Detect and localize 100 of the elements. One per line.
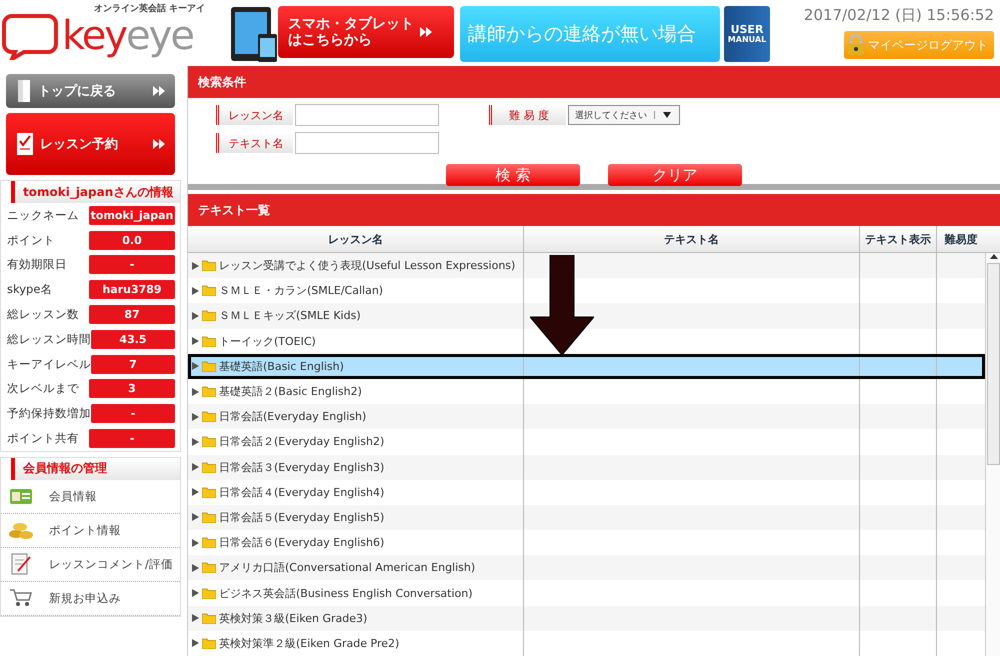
expand-triangle-icon: [192, 614, 199, 622]
logo-tagline: オンライン英会話 キーアイ: [94, 2, 206, 15]
clipboard-pen-icon: [10, 552, 32, 576]
lesson-name: 日常会話３(Everyday English3): [219, 460, 384, 475]
info-value: 0.0: [89, 230, 175, 250]
info-label: 次レベルまで: [7, 381, 80, 396]
menu-item[interactable]: 会員情報: [49, 488, 97, 504]
lesson-reservation-button[interactable]: レッスン予約: [6, 113, 175, 175]
lesson-name: ＳＭＬＥキッズ(SMLE Kids): [219, 308, 361, 324]
folder-icon: [202, 336, 216, 347]
column-header[interactable]: テキスト名: [524, 226, 860, 252]
info-label: 総レッスン数: [7, 307, 80, 322]
tablet-phone-icon: [230, 6, 278, 62]
member-card-icon: [9, 487, 33, 506]
folder-icon: [202, 537, 216, 548]
column-header[interactable]: テキスト表示: [860, 226, 937, 252]
tree-row[interactable]: 基礎英語(Basic English): [188, 354, 985, 379]
expand-triangle-icon: [192, 589, 199, 598]
column-header[interactable]: 難易度: [937, 226, 985, 252]
info-value: -: [89, 429, 175, 448]
lesson-name: 日常会話２(Everyday English2): [219, 434, 384, 450]
coins-icon: [8, 520, 34, 540]
info-value: 3: [89, 379, 175, 398]
folder-icon: [202, 486, 216, 498]
search-section-header: 検索条件: [188, 66, 1000, 98]
speech-bubble-icon: [2, 12, 58, 60]
back-to-top-button[interactable]: トップに戻る: [6, 74, 175, 108]
lesson-name: 日常会話４(Everyday English4): [219, 484, 384, 500]
text-name-input[interactable]: [295, 132, 439, 154]
folder-icon: [202, 360, 216, 372]
tree-row[interactable]: アメリカ口語(Conversational American English): [188, 555, 985, 580]
info-label: ニックネーム: [7, 208, 80, 223]
lesson-name: 英検対策準２級(Eiken Grade Pre2): [219, 636, 400, 651]
expand-triangle-icon: [192, 262, 199, 270]
expand-triangle-icon: [192, 538, 199, 547]
tree-row[interactable]: 日常会話３(Everyday English3): [188, 454, 985, 480]
lesson-name: 日常会話６(Everyday English6): [219, 535, 384, 550]
info-label: ポイント共有: [7, 431, 80, 446]
info-value: tomoki_japan: [89, 206, 175, 225]
lesson-name: 日常会話(Everyday English): [219, 409, 366, 424]
user-manual-book[interactable]: USER MANUAL: [724, 6, 770, 62]
info-label: skype名: [7, 282, 54, 298]
info-value: -: [89, 255, 175, 274]
panel-title: tomoki_japanさんの情報: [11, 181, 180, 203]
expand-triangle-icon: [192, 337, 199, 346]
tree-row[interactable]: レッスン受講でよく使う表現(Useful Lesson Expressions): [188, 253, 985, 278]
padlock-icon: [846, 34, 866, 56]
logo-wordmark[interactable]: keyeye: [62, 16, 193, 56]
checklist-icon: [16, 132, 34, 156]
info-value: 87: [89, 305, 175, 324]
lesson-name: ビジネス英会話(Business English Conversation): [219, 586, 473, 601]
search-button[interactable]: 検 索: [446, 164, 580, 186]
folder-icon: [202, 562, 216, 574]
expand-triangle-icon: [192, 312, 199, 320]
lesson-name: 基礎英語(Basic English): [219, 358, 344, 374]
info-value: -: [91, 404, 175, 424]
info-label: 総レッスン時間: [7, 332, 91, 347]
folder-icon: [202, 411, 216, 422]
field-label: 難 易 度: [489, 105, 566, 125]
folder-icon: [202, 436, 216, 448]
lesson-name: 英検対策３級(Eiken Grade3): [219, 610, 368, 626]
door-icon: [16, 79, 32, 103]
lesson-name: ＳＭＬＥ・カラン(SMLE/Callan): [219, 283, 384, 298]
expand-triangle-icon: [192, 639, 199, 648]
expand-triangle-icon: [192, 388, 199, 396]
expand-triangle-icon: [192, 513, 199, 522]
list-section-header: テキスト一覧: [188, 194, 1000, 226]
expand-triangle-icon: [192, 463, 199, 472]
double-arrow-icon: [420, 27, 432, 37]
field-label: レッスン名: [216, 105, 293, 125]
double-arrow-icon: [153, 139, 165, 149]
menu-item[interactable]: 新規お申込み: [49, 590, 121, 606]
folder-icon: [202, 386, 216, 398]
expand-triangle-icon: [192, 438, 199, 446]
mobile-banner[interactable]: スマホ・タブレット はこちらから: [278, 6, 454, 58]
lesson-name: アメリカ口語(Conversational American English): [219, 560, 476, 576]
menu-item[interactable]: ポイント情報: [49, 522, 121, 538]
expand-triangle-icon: [192, 286, 199, 295]
cart-icon: [9, 588, 33, 608]
lesson-name: 日常会話５(Everyday English5): [219, 510, 384, 525]
lesson-name: 基礎英語２(Basic English2): [219, 384, 362, 400]
folder-icon: [202, 638, 216, 649]
folder-icon: [202, 512, 216, 523]
expand-triangle-icon: [192, 488, 199, 496]
lesson-name-input[interactable]: [295, 104, 439, 126]
field-label: テキスト名: [216, 133, 293, 153]
tree-row[interactable]: 日常会話(Everyday English): [188, 404, 985, 430]
level-dropdown[interactable]: 選択してください: [568, 105, 680, 125]
column-header[interactable]: レッスン名: [188, 226, 524, 252]
tree-row[interactable]: 英検対策３級(Eiken Grade3): [188, 606, 985, 631]
tree-row[interactable]: 英検対策準２級(Eiken Grade Pre2): [188, 630, 985, 656]
double-arrow-icon: [153, 86, 165, 96]
info-label: ポイント: [7, 232, 56, 248]
folder-icon: [202, 310, 216, 322]
expand-triangle-icon: [192, 564, 199, 572]
tree-row[interactable]: 日常会話５(Everyday English5): [188, 504, 985, 530]
tree-row[interactable]: ＳＭＬＥキッズ(SMLE Kids): [188, 303, 985, 329]
menu-item[interactable]: レッスンコメント/評価: [49, 556, 173, 572]
info-label: 有効期限日: [7, 257, 68, 272]
clear-button[interactable]: クリア: [608, 164, 742, 186]
